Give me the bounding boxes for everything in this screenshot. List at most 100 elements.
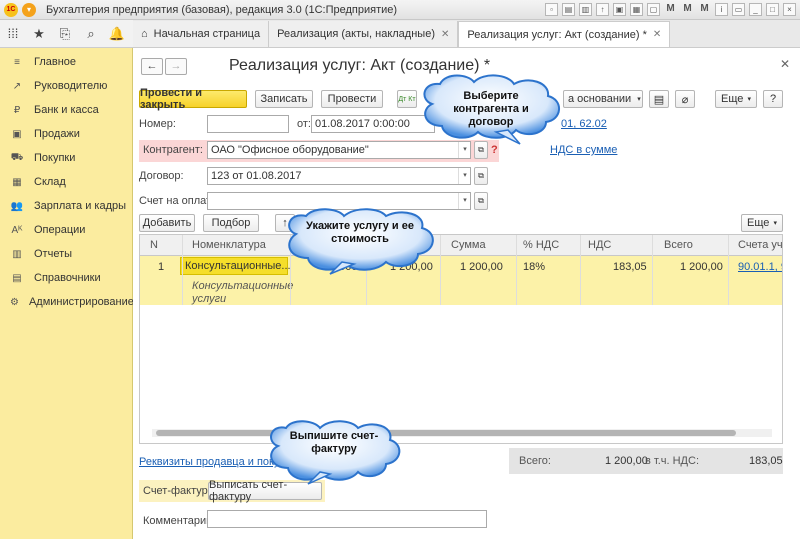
comment-label: Комментарий: [143,515,216,527]
sidebar-item-bank[interactable]: ₽ Банк и касса [0,98,132,122]
table-row[interactable]: 1 Консультационные... Консультационные у… [140,256,782,305]
sidebar-item-operations[interactable]: Aᴷ Операции [0,218,132,242]
history-icon[interactable]: ⎘ [52,26,78,42]
people-icon: 👥 [10,200,24,212]
column-divider [580,235,581,305]
maximize-icon[interactable]: □ [766,3,779,16]
vat-cell[interactable]: 183,05 [613,261,647,273]
tab-home[interactable]: ⌂ Начальная страница [133,21,270,47]
warehouse-icon: ▦ [12,176,22,188]
tab-sales-act[interactable]: Реализация услуг: Акт (создание) * ✕ [458,21,671,47]
close-form-icon[interactable]: ✕ [780,57,790,71]
sidebar-item-admin[interactable]: ⚙ Администрирование [0,290,134,314]
print-doc-button[interactable]: ▤ [649,90,669,108]
close-window-icon[interactable]: × [783,3,796,16]
account-cell[interactable]: 90.01.1, 90 [738,261,782,273]
table-more-button[interactable]: Еще ▾ [741,214,783,232]
page-title: Реализация услуг: Акт (создание) * [229,57,491,74]
horizontal-scrollbar[interactable] [152,429,772,437]
notifications-bell-icon[interactable]: 🔔 [104,26,130,42]
titlebar-icons: ▫ ▤ ▥ ↑ ▣ ▦ ▢ M M M i ▭ _ □ × [545,3,796,16]
minimize-icon[interactable]: _ [749,3,762,16]
reports-icon: ▥ [12,248,22,260]
save-icon[interactable]: ▫ [545,3,558,16]
column-header[interactable]: Всего [664,239,693,251]
accounts-link[interactable]: 01, 62.02 [561,118,607,130]
mminus-icon[interactable]: M [698,3,711,16]
create-based-label: а основании [568,93,632,105]
callout-contractor: Выберите контрагента и договор [416,74,566,146]
search-icon[interactable]: ⌕ [78,26,104,42]
favorites-star-icon[interactable]: ★ [26,26,52,42]
sidebar-item-purchases[interactable]: ⛟ Покупки [0,146,132,170]
sidebar-item-main[interactable]: ≡ Главное [0,50,132,74]
total-label: Всего: [519,455,551,467]
column-header[interactable]: Номенклатура [192,239,266,251]
note-icon[interactable]: ▢ [647,3,660,16]
more-label: Еще [721,93,744,105]
vat-total-value: 183,05 [749,455,783,467]
sidebar-item-warehouse[interactable]: ▦ Склад [0,170,132,194]
column-header[interactable]: N [150,239,158,251]
print-icon[interactable]: ▤ [562,3,575,16]
home-icon: ⌂ [141,28,148,40]
sidebar-item-catalogs[interactable]: ▤ Справочники [0,266,132,290]
upload-icon[interactable]: ↑ [596,3,609,16]
scrollbar-thumb[interactable] [156,430,736,436]
post-button[interactable]: Провести [321,90,383,108]
copy-icon[interactable]: ▣ [613,3,626,16]
dt-kt-button[interactable]: Дт Кт [397,90,417,108]
sidebar-item-label: Отчеты [34,248,73,260]
vat-rate-cell[interactable]: 18% [523,261,545,273]
create-based-on-button[interactable]: а основании ▾ [563,90,643,108]
close-tab-icon[interactable]: ✕ [653,29,661,40]
info-icon[interactable]: i [715,3,728,16]
more-button[interactable]: Еще ▾ [715,90,757,108]
paperclip-icon: ⌀ [681,93,689,106]
m-icon[interactable]: M [664,3,677,16]
total-value: 1 200,00 [605,455,648,467]
pick-button[interactable]: Подбор [203,214,259,232]
sidebar-item-label: Склад [34,176,66,188]
gear-icon: ⚙ [10,296,19,308]
calendar-icon[interactable]: ▦ [630,3,643,16]
operations-icon: Aᴷ [11,224,23,236]
column-header[interactable]: НДС [588,239,611,251]
tab-sales-list[interactable]: Реализация (акты, накладные) ✕ [269,21,459,47]
sidebar-item-reports[interactable]: ▥ Отчеты [0,242,132,266]
mplus-icon[interactable]: M [681,3,694,16]
sidebar-item-label: Покупки [34,152,76,164]
sum-cell[interactable]: 1 200,00 [460,261,503,273]
open-invoice-button[interactable]: ⧉ [474,192,488,210]
chevron-down-icon[interactable]: ▾ [458,193,471,209]
contract-field[interactable]: 123 от 01.08.2017 [207,167,471,185]
sidebar-item-sales[interactable]: ▣ Продажи [0,122,132,146]
sidebar-item-manager[interactable]: ↗ Руководителю [0,74,132,98]
window-icon[interactable]: ▭ [732,3,745,16]
chevron-down-icon[interactable]: ▾ [458,168,471,184]
sidebar-item-label: Руководителю [34,80,108,92]
post-and-close-button[interactable]: Провести и закрыть [139,87,247,111]
main-menu-icon[interactable]: ▾ [22,2,36,17]
attach-button[interactable]: ⌀ [675,90,695,108]
sidebar: ≡ Главное ↗ Руководителю ₽ Банк и касса ▣ Пр… [0,48,134,539]
sidebar-item-salary[interactable]: 👥 Зарплата и кадры [0,194,132,218]
column-header[interactable]: % НДС [523,239,559,251]
preview-icon[interactable]: ▥ [579,3,592,16]
column-header[interactable]: Сумма [451,239,486,251]
back-button[interactable]: ← [141,58,163,75]
save-button[interactable]: Записать [255,90,313,108]
comment-field[interactable] [207,510,487,528]
forward-button[interactable]: → [165,58,187,75]
nomenclature-cell[interactable]: Консультационные... [180,257,291,275]
total-cell[interactable]: 1 200,00 [680,261,723,273]
apps-grid-icon[interactable]: ⁞⁞⁞ [0,26,26,41]
sidebar-item-label: Администрирование [28,296,134,308]
help-button[interactable]: ? [763,90,783,108]
add-row-button[interactable]: Добавить [139,214,195,232]
close-tab-icon[interactable]: ✕ [441,29,449,40]
sidebar-item-label: Операции [34,224,86,236]
number-field[interactable] [207,115,289,133]
column-header[interactable]: Счета учет [738,239,782,251]
open-contract-button[interactable]: ⧉ [474,167,488,185]
